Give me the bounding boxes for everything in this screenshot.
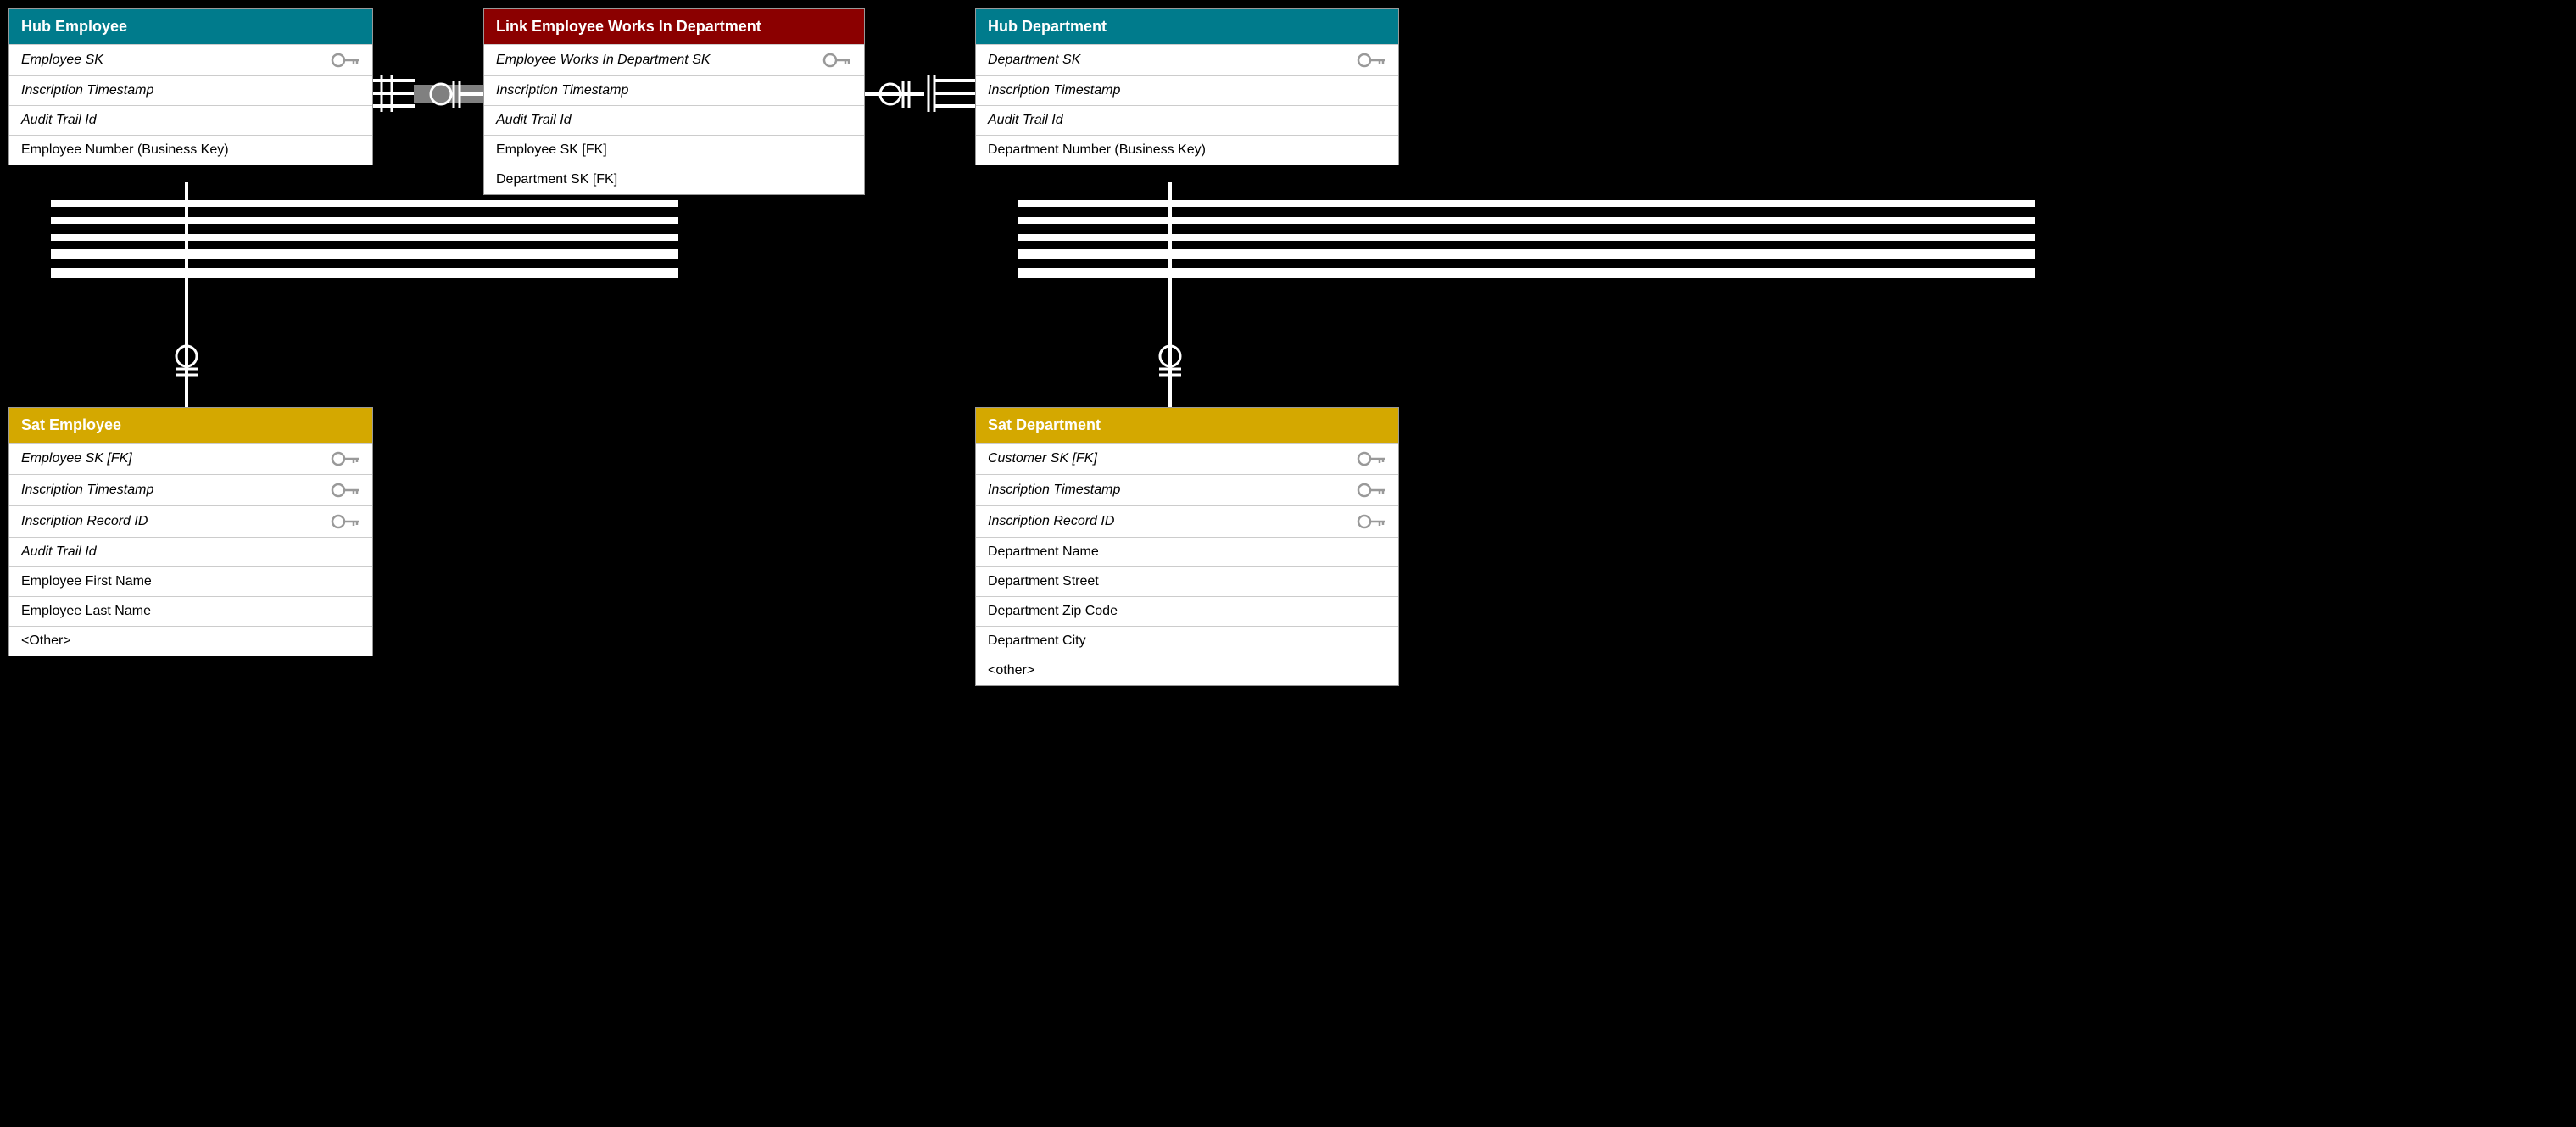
sat-department-field-0: Customer SK [FK] (988, 451, 1097, 466)
key-icon-satemp-1 (330, 482, 360, 499)
sat-employee-field-1: Inscription Timestamp (21, 483, 153, 498)
link-employee-row-4: Department SK [FK] (484, 165, 864, 194)
sat-department-field-7: <other> (988, 663, 1034, 678)
hub-department-row-1: Inscription Timestamp (976, 75, 1398, 105)
sat-employee-field-0: Employee SK [FK] (21, 451, 132, 466)
hub-employee-field-0: Employee SK (21, 53, 103, 68)
link-employee-field-0: Employee Works In Department SK (496, 53, 711, 68)
diagram-container: Hub Employee Employee SK Inscription Tim… (0, 0, 2576, 1127)
sat-department-row-7: <other> (976, 656, 1398, 685)
key-icon-hubdept-0 (1356, 52, 1386, 69)
hub-employee-field-3: Employee Number (Business Key) (21, 142, 229, 158)
hub-employee-row-2: Audit Trail Id (9, 105, 372, 135)
hub-department-table: Hub Department Department SK Inscription… (975, 8, 1399, 165)
sat-employee-row-6: <Other> (9, 626, 372, 656)
sat-department-row-3: Department Name (976, 537, 1398, 566)
sat-employee-row-1: Inscription Timestamp (9, 474, 372, 505)
sat-department-field-1: Inscription Timestamp (988, 483, 1120, 498)
sat-department-header: Sat Department (976, 408, 1398, 443)
hub-employee-table: Hub Employee Employee SK Inscription Tim… (8, 8, 373, 165)
sat-department-row-0: Customer SK [FK] (976, 443, 1398, 474)
sat-department-field-4: Department Street (988, 574, 1099, 589)
sat-department-row-2: Inscription Record ID (976, 505, 1398, 537)
link-employee-field-2: Audit Trail Id (496, 113, 572, 128)
key-icon-satemp-2 (330, 513, 360, 530)
hub-department-field-3: Department Number (Business Key) (988, 142, 1206, 158)
hub-employee-header: Hub Employee (9, 9, 372, 44)
key-icon-satdept-2 (1356, 513, 1386, 530)
link-employee-row-2: Audit Trail Id (484, 105, 864, 135)
key-icon-satdept-0 (1356, 450, 1386, 467)
key-icon-link-0 (822, 52, 852, 69)
link-employee-field-4: Department SK [FK] (496, 172, 617, 187)
sat-department-field-2: Inscription Record ID (988, 514, 1114, 529)
sat-employee-row-4: Employee First Name (9, 566, 372, 596)
link-employee-field-3: Employee SK [FK] (496, 142, 607, 158)
sat-department-field-5: Department Zip Code (988, 604, 1118, 619)
link-employee-table: Link Employee Works In Department Employ… (483, 8, 865, 195)
sat-employee-table: Sat Employee Employee SK [FK] Inscriptio… (8, 407, 373, 656)
hub-employee-field-2: Audit Trail Id (21, 113, 97, 128)
key-icon-0 (330, 52, 360, 69)
hub-department-field-1: Inscription Timestamp (988, 83, 1120, 98)
hub-department-field-0: Department SK (988, 53, 1080, 68)
hub-department-row-3: Department Number (Business Key) (976, 135, 1398, 165)
hub-department-row-2: Audit Trail Id (976, 105, 1398, 135)
sat-department-row-4: Department Street (976, 566, 1398, 596)
sat-employee-field-5: Employee Last Name (21, 604, 151, 619)
hub-department-row-0: Department SK (976, 44, 1398, 75)
sat-employee-row-5: Employee Last Name (9, 596, 372, 626)
hub-department-field-2: Audit Trail Id (988, 113, 1063, 128)
sat-employee-field-3: Audit Trail Id (21, 544, 97, 560)
sat-department-field-3: Department Name (988, 544, 1099, 560)
sat-employee-field-6: <Other> (21, 633, 71, 649)
sat-employee-row-2: Inscription Record ID (9, 505, 372, 537)
hub-employee-field-1: Inscription Timestamp (21, 83, 153, 98)
sat-employee-field-4: Employee First Name (21, 574, 152, 589)
sat-employee-field-2: Inscription Record ID (21, 514, 148, 529)
sat-employee-row-3: Audit Trail Id (9, 537, 372, 566)
link-employee-row-1: Inscription Timestamp (484, 75, 864, 105)
sat-department-row-6: Department City (976, 626, 1398, 656)
hub-department-header: Hub Department (976, 9, 1398, 44)
sat-department-table: Sat Department Customer SK [FK] Inscript… (975, 407, 1399, 686)
hub-employee-row-0: Employee SK (9, 44, 372, 75)
link-employee-row-0: Employee Works In Department SK (484, 44, 864, 75)
sat-department-row-5: Department Zip Code (976, 596, 1398, 626)
key-icon-satdept-1 (1356, 482, 1386, 499)
key-icon-satemp-0 (330, 450, 360, 467)
link-employee-field-1: Inscription Timestamp (496, 83, 628, 98)
link-employee-row-3: Employee SK [FK] (484, 135, 864, 165)
hub-employee-row-1: Inscription Timestamp (9, 75, 372, 105)
sat-employee-row-0: Employee SK [FK] (9, 443, 372, 474)
sat-department-field-6: Department City (988, 633, 1086, 649)
sat-employee-header: Sat Employee (9, 408, 372, 443)
link-employee-header: Link Employee Works In Department (484, 9, 864, 44)
hub-employee-row-3: Employee Number (Business Key) (9, 135, 372, 165)
sat-department-row-1: Inscription Timestamp (976, 474, 1398, 505)
